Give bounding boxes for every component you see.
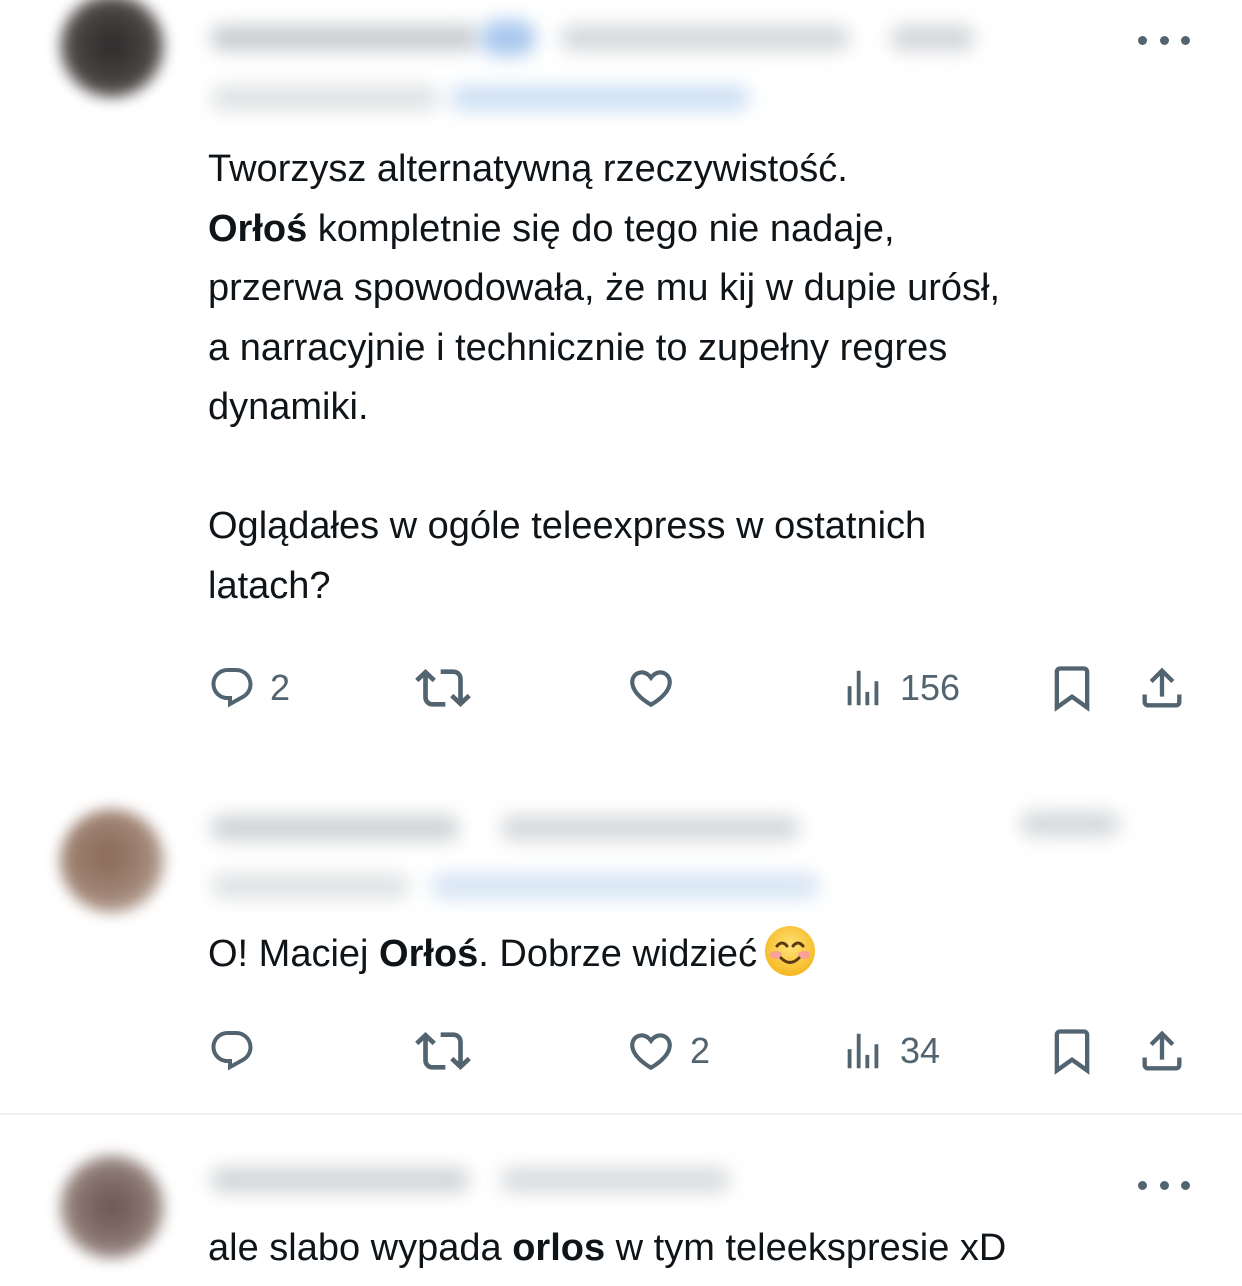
timestamp-blurred[interactable] <box>1020 811 1120 837</box>
share-upload-icon <box>1142 667 1182 708</box>
author-name-blurred[interactable] <box>210 25 480 51</box>
reply-tweet-2[interactable]: O! Maciej Orłoś. Dobrze widzieć 2 34 <box>0 745 1242 1115</box>
bookmark-icon <box>1054 1029 1090 1075</box>
avatar[interactable] <box>60 809 164 913</box>
reply-bubble-icon <box>211 1031 253 1071</box>
mention-name: Orłoś <box>379 933 479 975</box>
views-bar-chart-icon <box>847 670 879 706</box>
bookmark-button[interactable] <box>1046 1021 1098 1081</box>
tweet-text: ale slabo wypada orlos w tym teleekspres… <box>208 1219 1218 1279</box>
action-bar: 2 34 <box>0 1021 1242 1081</box>
action-bar: 2 156 <box>0 658 1242 718</box>
replying-to-handle-blurred[interactable] <box>430 873 820 899</box>
views-button[interactable]: 34 <box>840 1021 940 1081</box>
like-button[interactable] <box>626 658 676 718</box>
handle-blurred[interactable] <box>500 1167 730 1193</box>
avatar[interactable] <box>60 1155 164 1259</box>
repost-button[interactable] <box>415 658 471 718</box>
like-button[interactable]: 2 <box>626 1021 710 1081</box>
handle-blurred[interactable] <box>500 815 800 841</box>
view-count: 156 <box>900 667 961 708</box>
tweet-line: Oglądałes w ogóle teleexpress w ostatnic… <box>208 497 1218 557</box>
text-segment: Tworzysz alternatywną rzeczywistość. <box>208 148 848 190</box>
handle-blurred[interactable] <box>560 25 850 51</box>
replying-to-blurred <box>210 873 410 899</box>
reply-button[interactable]: 2 <box>208 658 290 718</box>
tweet-text: Tworzysz alternatywną rzeczywistość. Orło… <box>208 140 1218 616</box>
more-dots-icon[interactable] <box>1138 1175 1190 1195</box>
verified-badge-blurred <box>480 20 536 56</box>
bookmark-icon <box>1054 666 1090 712</box>
tweet-line: przerwa spowodowała, że mu kij w dupie u… <box>208 259 1218 319</box>
tweet-line: dynamiki. <box>208 378 1218 438</box>
timestamp-blurred[interactable] <box>890 25 975 51</box>
text-segment: O! Maciej <box>208 933 380 975</box>
reply-count: 2 <box>270 667 291 708</box>
tweet-line: latach? <box>208 557 1218 617</box>
bookmark-button[interactable] <box>1046 658 1098 718</box>
replying-to-blurred <box>210 85 440 111</box>
reply-thread: Tworzysz alternatywną rzeczywistość. Orło… <box>0 0 1242 1286</box>
text-segment: a narracyjnie i technicznie to zupełny r… <box>208 326 948 369</box>
reply-bubble-icon <box>211 668 253 708</box>
reply-button[interactable] <box>208 1021 256 1081</box>
reply-tweet-3[interactable]: ale slabo wypada orlos w tym teleekspres… <box>0 1115 1242 1286</box>
tweet-line <box>208 438 1218 498</box>
author-name-blurred[interactable] <box>210 1167 470 1193</box>
text-segment: dynamiki. <box>208 386 369 428</box>
heart-icon <box>630 670 672 708</box>
view-count: 34 <box>900 1030 941 1071</box>
smiling-face-with-smiling-eyes-icon <box>765 926 816 976</box>
text-segment: przerwa spowodowała, że mu kij w dupie u… <box>208 267 1001 309</box>
tweet-line: Tworzysz alternatywną rzeczywistość. <box>208 140 1218 200</box>
mention-name: Orłoś <box>208 207 308 250</box>
repost-arrows-icon <box>415 669 471 707</box>
tweet-line: a narracyjnie i technicznie to zupełny r… <box>208 319 1218 379</box>
author-name-blurred[interactable] <box>210 815 460 841</box>
text-segment: Oglądałes w ogóle teleexpress w ostatnic… <box>208 505 927 547</box>
text-segment: latach? <box>208 564 331 607</box>
share-upload-icon <box>1142 1030 1182 1071</box>
text-segment: . Dobrze widzieć <box>478 933 758 975</box>
more-dots-icon[interactable] <box>1138 30 1190 50</box>
text-segment: w tym teleekspresie xD <box>605 1227 1007 1269</box>
reply-tweet-1[interactable]: Tworzysz alternatywną rzeczywistość. Orło… <box>0 0 1242 745</box>
text-segment: ale slabo wypada <box>208 1227 513 1269</box>
tweet-line: ale slabo wypada orlos w tym teleekspres… <box>208 1219 1218 1279</box>
heart-icon <box>630 1033 672 1071</box>
tweet-line: Orłoś kompletnie się do tego nie nadaje, <box>208 200 1218 260</box>
replying-to-handle-blurred[interactable] <box>450 85 750 111</box>
share-button[interactable] <box>1136 658 1188 718</box>
repost-arrows-icon <box>415 1032 471 1070</box>
views-bar-chart-icon <box>847 1033 879 1069</box>
share-button[interactable] <box>1136 1021 1188 1081</box>
mention-name: orlos <box>512 1227 606 1269</box>
tweet-line: O! Maciej Orłoś. Dobrze widzieć <box>208 924 1218 985</box>
text-segment: kompletnie się do tego nie nadaje, <box>307 207 895 250</box>
views-button[interactable]: 156 <box>840 658 960 718</box>
like-count: 2 <box>690 1030 711 1071</box>
tweet-text: O! Maciej Orłoś. Dobrze widzieć <box>208 924 1218 985</box>
avatar[interactable] <box>60 0 164 98</box>
repost-button[interactable] <box>415 1021 471 1081</box>
